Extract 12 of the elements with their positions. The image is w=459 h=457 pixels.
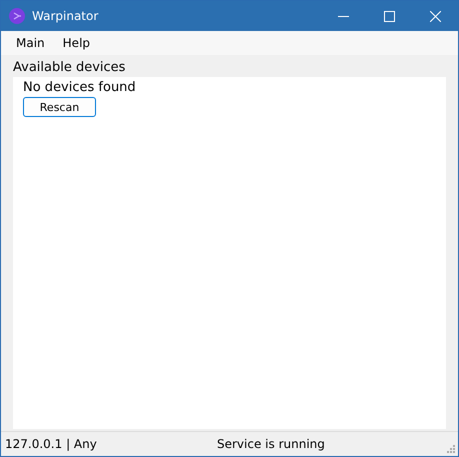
section-title: Available devices (13, 60, 126, 75)
resize-grip-icon (446, 444, 455, 453)
app-icon (9, 8, 25, 24)
window-title: Warpinator (32, 9, 100, 23)
empty-message: No devices found (23, 80, 136, 95)
status-text: Service is running (217, 437, 325, 451)
rescan-button[interactable]: Rescan (23, 97, 96, 117)
maximize-icon (384, 10, 394, 22)
address-text: 127.0.0.1 | Any (5, 437, 98, 451)
menu-item[interactable]: Main (7, 34, 54, 52)
menu-item[interactable]: Help (54, 34, 100, 52)
close-icon (430, 10, 440, 22)
